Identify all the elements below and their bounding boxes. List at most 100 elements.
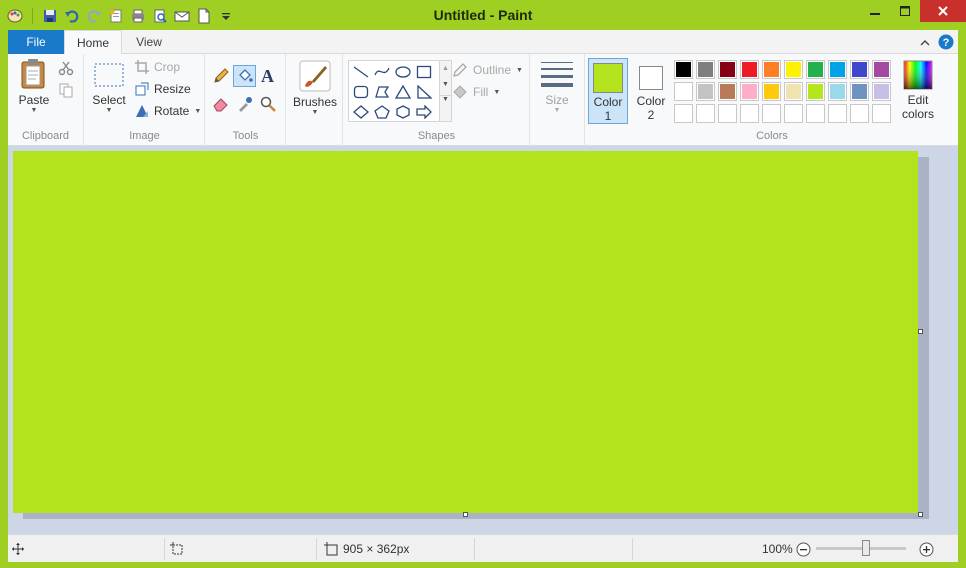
palette-swatch[interactable] — [828, 104, 847, 123]
palette-swatch[interactable] — [674, 82, 693, 101]
expand-gallery-icon[interactable]: ▼ — [440, 95, 451, 103]
minimize-button[interactable] — [860, 0, 890, 22]
maximize-button[interactable] — [890, 0, 920, 22]
select-button[interactable]: Select ▼ — [91, 60, 127, 114]
palette-swatch[interactable] — [828, 82, 847, 101]
scroll-up-icon[interactable]: ▲ — [440, 65, 451, 72]
close-button[interactable] — [920, 0, 966, 22]
palette-swatch[interactable] — [740, 82, 759, 101]
color-picker-icon[interactable] — [237, 96, 253, 115]
redo-icon[interactable] — [85, 7, 103, 25]
size-button[interactable]: Size ▼ — [539, 60, 575, 114]
customize-qat-icon[interactable] — [217, 7, 235, 25]
text-tool-icon[interactable]: A — [261, 66, 274, 87]
line-shape-icon[interactable] — [351, 62, 371, 82]
pentagon-shape-icon[interactable] — [372, 102, 392, 122]
palette-swatch[interactable] — [740, 104, 759, 123]
polygon-shape-icon[interactable] — [372, 82, 392, 102]
palette-swatch[interactable] — [850, 82, 869, 101]
palette-swatch[interactable] — [784, 82, 803, 101]
resize-handle-right[interactable] — [918, 329, 923, 334]
eraser-icon[interactable] — [213, 96, 229, 115]
fill-label: Fill — [473, 85, 489, 99]
palette-swatch[interactable] — [806, 104, 825, 123]
right-triangle-shape-icon[interactable] — [414, 82, 434, 102]
triangle-shape-icon[interactable] — [393, 82, 413, 102]
tab-home[interactable]: Home — [64, 30, 122, 55]
palette-swatch[interactable] — [828, 60, 847, 79]
resize-handle-bottom[interactable] — [463, 512, 468, 517]
palette-swatch[interactable] — [872, 82, 891, 101]
outline-button[interactable]: Outline ▼ — [452, 62, 523, 78]
paste-button[interactable]: Paste ▼ — [14, 58, 54, 114]
pencil-icon[interactable] — [213, 68, 229, 87]
palette-swatch[interactable] — [718, 82, 737, 101]
title-bar: Untitled - Paint — [0, 0, 966, 30]
edit-colors-button[interactable]: Edit colors — [894, 60, 942, 121]
print-preview-icon[interactable] — [151, 7, 169, 25]
magnifier-icon[interactable] — [260, 96, 276, 115]
chevron-down-icon: ▼ — [493, 88, 501, 96]
palette-swatch[interactable] — [674, 104, 693, 123]
properties-icon[interactable] — [107, 7, 125, 25]
rounded-rectangle-shape-icon[interactable] — [351, 82, 371, 102]
resize-handle-corner[interactable] — [918, 512, 923, 517]
palette-swatch[interactable] — [806, 82, 825, 101]
crop-button[interactable]: Crop — [135, 60, 180, 74]
palette-swatch[interactable] — [806, 60, 825, 79]
palette-swatch[interactable] — [850, 104, 869, 123]
group-brushes[interactable]: Brushes ▼ — [287, 54, 343, 146]
palette-swatch[interactable] — [696, 82, 715, 101]
brushes-button[interactable]: Brushes ▼ — [291, 60, 339, 116]
shapes-scroll[interactable]: ▲ ▼ ▼ — [440, 60, 452, 122]
palette-swatch[interactable] — [872, 60, 891, 79]
scroll-down-icon[interactable]: ▼ — [440, 81, 451, 88]
cut-icon[interactable] — [58, 60, 74, 79]
zoom-out-icon[interactable] — [796, 535, 811, 563]
zoom-slider-track[interactable] — [816, 547, 906, 550]
palette-swatch[interactable] — [850, 60, 869, 79]
color1-button[interactable]: Color 1 — [588, 58, 628, 124]
help-icon[interactable]: ? — [938, 34, 954, 53]
fill-bucket-icon[interactable] — [233, 65, 256, 87]
palette-swatch[interactable] — [784, 104, 803, 123]
zoom-in-icon[interactable] — [919, 535, 934, 563]
palette-swatch[interactable] — [718, 60, 737, 79]
oval-shape-icon[interactable] — [393, 62, 413, 82]
curve-shape-icon[interactable] — [372, 62, 392, 82]
palette-swatch[interactable] — [762, 60, 781, 79]
print-icon[interactable] — [129, 7, 147, 25]
fill-button[interactable]: Fill ▼ — [452, 84, 500, 100]
palette-swatch[interactable] — [762, 82, 781, 101]
paint-app-icon[interactable] — [6, 7, 24, 25]
save-icon[interactable] — [41, 7, 59, 25]
resize-button[interactable]: Resize — [135, 82, 191, 96]
rectangle-shape-icon[interactable] — [414, 62, 434, 82]
palette-swatch[interactable] — [674, 60, 693, 79]
new-icon[interactable] — [195, 7, 213, 25]
zoom-slider-thumb[interactable] — [862, 540, 870, 556]
copy-icon[interactable] — [58, 82, 74, 101]
right-arrow-shape-icon[interactable] — [414, 102, 434, 122]
palette-swatch[interactable] — [762, 104, 781, 123]
email-icon[interactable] — [173, 7, 191, 25]
tab-file[interactable]: File — [8, 30, 64, 54]
chevron-down-icon: ▼ — [30, 107, 38, 114]
palette-swatch[interactable] — [718, 104, 737, 123]
rotate-button[interactable]: Rotate ▼ — [135, 104, 201, 118]
minimize-ribbon-icon[interactable] — [920, 37, 930, 51]
brush-icon — [299, 60, 331, 92]
undo-icon[interactable] — [63, 7, 81, 25]
hexagon-shape-icon[interactable] — [393, 102, 413, 122]
group-size[interactable]: Size ▼ — [531, 54, 585, 146]
palette-swatch[interactable] — [696, 60, 715, 79]
palette-swatch[interactable] — [872, 104, 891, 123]
tab-view[interactable]: View — [126, 30, 172, 54]
color2-button[interactable]: Color 2 — [631, 58, 671, 124]
palette-swatch[interactable] — [696, 104, 715, 123]
palette-swatch[interactable] — [784, 60, 803, 79]
drawing-canvas[interactable] — [13, 151, 918, 513]
diamond-shape-icon[interactable] — [351, 102, 371, 122]
shapes-group-label: Shapes — [417, 130, 456, 142]
palette-swatch[interactable] — [740, 60, 759, 79]
